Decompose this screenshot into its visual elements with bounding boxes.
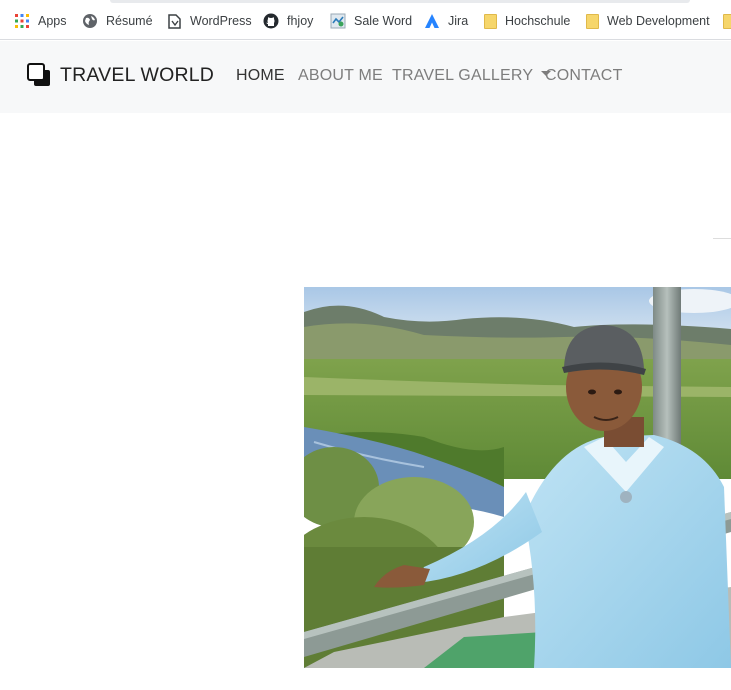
bookmark-hochschule[interactable]: Hochschule	[484, 10, 570, 32]
bookmark-overflow[interactable]	[723, 10, 731, 32]
nav-travel-gallery-label: TRAVEL GALLERY	[392, 67, 534, 84]
bookmark-label: Web Development	[607, 14, 710, 28]
bookmark-label: WordPress	[190, 14, 252, 28]
brand-name: TRAVEL WORLD	[60, 63, 215, 86]
jira-icon	[424, 13, 440, 29]
sale-word-icon	[330, 13, 346, 29]
bookmark-resume[interactable]: Résumé	[82, 10, 153, 32]
bookmark-jira[interactable]: Jira	[424, 10, 468, 32]
bookmark-label: Résumé	[106, 14, 153, 28]
bookmark-fhjoy[interactable]: fhjoy	[263, 10, 313, 32]
tab-strip-edge	[110, 0, 690, 3]
bookmark-wordpress[interactable]: WordPress	[166, 10, 252, 32]
bookmarks-bar: Apps Résumé WordPress fhjoy Sale Word Ji…	[0, 0, 731, 40]
bookmark-label: Hochschule	[505, 14, 571, 28]
page-icon	[166, 13, 182, 29]
folder-icon	[723, 13, 731, 29]
bookmark-label: Apps	[38, 14, 67, 28]
folder-icon	[484, 13, 497, 29]
nav-travel-gallery[interactable]: TRAVEL GALLERY	[392, 67, 552, 85]
site-navbar: TRAVEL WORLD HOME ABOUT ME TRAVEL GALLER…	[0, 41, 731, 113]
bookmark-web-development[interactable]: Web Development	[586, 10, 710, 32]
nav-home[interactable]: HOME	[236, 67, 285, 85]
bookmark-label: fhjoy	[287, 14, 314, 28]
globe-icon	[82, 13, 98, 29]
bookmark-apps[interactable]: Apps	[14, 10, 67, 32]
bookmark-label: Sale Word	[354, 14, 413, 28]
hero-photo	[304, 287, 731, 668]
bookmark-label: Jira	[448, 14, 469, 28]
nav-about-me[interactable]: ABOUT ME	[298, 67, 383, 85]
section-divider	[713, 238, 731, 239]
apps-grid-icon	[14, 13, 30, 29]
github-icon	[263, 13, 279, 29]
nav-contact[interactable]: CONTACT	[545, 67, 623, 85]
overlapping-squares-logo-icon	[27, 63, 51, 87]
bookmark-sale-word[interactable]: Sale Word	[330, 10, 412, 32]
brand-link[interactable]: TRAVEL WORLD	[27, 63, 214, 87]
folder-icon	[586, 13, 599, 29]
